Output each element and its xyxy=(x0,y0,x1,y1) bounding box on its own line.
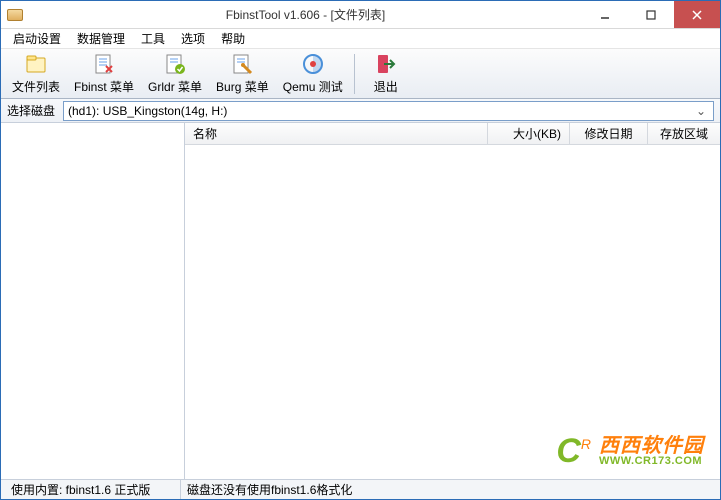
column-header: 名称 大小(KB) 修改日期 存放区域 xyxy=(185,123,720,145)
tool-qemu-test[interactable]: Qemu 测试 xyxy=(276,49,350,98)
chevron-down-icon: ⌄ xyxy=(693,104,709,118)
status-disk-msg: 磁盘还没有使用fbinst1.6格式化 xyxy=(181,480,358,499)
menu-options[interactable]: 选项 xyxy=(173,28,213,49)
app-icon xyxy=(7,9,23,21)
file-list-body[interactable]: C R 西西软件园 WWW.CR173.COM xyxy=(185,145,720,479)
watermark-url: WWW.CR173.COM xyxy=(599,456,704,467)
menu-boot-settings[interactable]: 启动设置 xyxy=(5,28,69,49)
statusbar: 使用内置: fbinst1.6 正式版 磁盘还没有使用fbinst1.6格式化 xyxy=(1,479,720,499)
menu-help[interactable]: 帮助 xyxy=(213,28,253,49)
titlebar: FbinstTool v1.606 - [文件列表] xyxy=(1,1,720,29)
disk-select-value: (hd1): USB_Kingston(14g, H:) xyxy=(68,104,693,118)
disk-select[interactable]: (hd1): USB_Kingston(14g, H:) ⌄ xyxy=(63,101,714,121)
menu-data-manage[interactable]: 数据管理 xyxy=(69,28,133,49)
window-controls xyxy=(582,1,720,28)
watermark: C R 西西软件园 WWW.CR173.COM xyxy=(556,432,704,471)
toolbar-separator xyxy=(354,54,355,94)
exit-icon xyxy=(374,52,398,76)
minimize-button[interactable] xyxy=(582,1,628,28)
maximize-button[interactable] xyxy=(628,1,674,28)
disk-selector-row: 选择磁盘 (hd1): USB_Kingston(14g, H:) ⌄ xyxy=(1,99,720,123)
watermark-logo-c: C xyxy=(556,432,581,471)
window-title: FbinstTool v1.606 - [文件列表] xyxy=(29,6,582,23)
disk-label: 选择磁盘 xyxy=(7,102,55,119)
col-name[interactable]: 名称 xyxy=(185,123,488,144)
watermark-cn: 西西软件园 xyxy=(599,436,704,456)
tool-file-list[interactable]: 文件列表 xyxy=(5,49,67,98)
col-size[interactable]: 大小(KB) xyxy=(488,123,570,144)
menu-tools[interactable]: 工具 xyxy=(133,28,173,49)
watermark-logo-r: R xyxy=(581,436,591,452)
main-area: 名称 大小(KB) 修改日期 存放区域 C R 西西软件园 WWW.CR173.… xyxy=(1,123,720,479)
tool-burg-menu[interactable]: Burg 菜单 xyxy=(209,49,276,98)
app-window: FbinstTool v1.606 - [文件列表] 启动设置 数据管理 工具 … xyxy=(0,0,721,500)
burg-menu-icon xyxy=(230,52,254,76)
file-list-icon xyxy=(24,52,48,76)
tool-exit[interactable]: 退出 xyxy=(359,49,413,98)
close-button[interactable] xyxy=(674,1,720,28)
col-date[interactable]: 修改日期 xyxy=(570,123,648,144)
tree-panel[interactable] xyxy=(1,123,185,479)
file-list-panel: 名称 大小(KB) 修改日期 存放区域 C R 西西软件园 WWW.CR173.… xyxy=(185,123,720,479)
menubar: 启动设置 数据管理 工具 选项 帮助 xyxy=(1,29,720,49)
toolbar: 文件列表 Fbinst 菜单 Grldr 菜单 Burg 菜单 Qemu 测试 xyxy=(1,49,720,99)
tool-grldr-menu[interactable]: Grldr 菜单 xyxy=(141,49,209,98)
tool-fbinst-menu[interactable]: Fbinst 菜单 xyxy=(67,49,141,98)
col-area[interactable]: 存放区域 xyxy=(648,123,720,144)
grldr-menu-icon xyxy=(163,52,187,76)
qemu-test-icon xyxy=(301,52,325,76)
fbinst-menu-icon xyxy=(92,52,116,76)
status-kernel: 使用内置: fbinst1.6 正式版 xyxy=(5,480,181,499)
